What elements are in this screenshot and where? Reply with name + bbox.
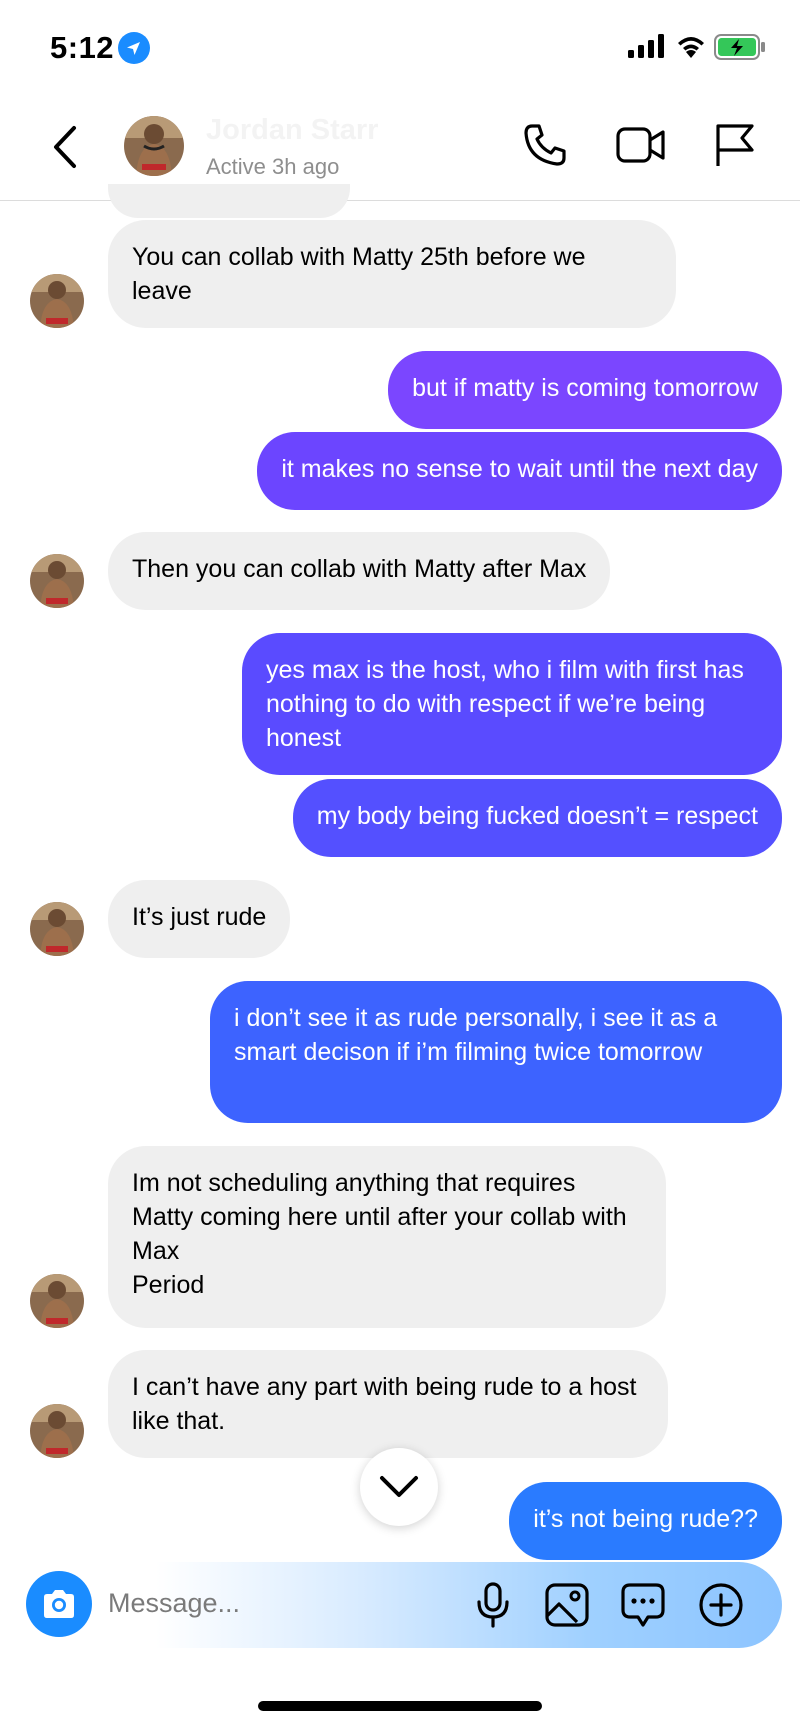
camera-icon bbox=[44, 1590, 74, 1618]
message-bubble-incoming[interactable]: Im not scheduling anything that requires… bbox=[108, 1146, 666, 1328]
message-bubble-outgoing[interactable]: my body being fucked doesn’t = respect bbox=[292, 779, 782, 857]
previous-message-bubble bbox=[108, 184, 350, 218]
message-bubble-outgoing[interactable]: i don’t see it as rude personally, i see… bbox=[210, 981, 782, 1123]
sender-avatar[interactable] bbox=[30, 274, 84, 328]
message-bubble-outgoing[interactable]: it makes no sense to wait until the next… bbox=[257, 432, 782, 510]
message-bubble-incoming[interactable]: Then you can collab with Matty after Max bbox=[108, 532, 611, 610]
chevron-down-icon bbox=[380, 1476, 418, 1497]
status-bar: 5:12 bbox=[0, 0, 800, 96]
phone-call-icon[interactable] bbox=[522, 122, 568, 168]
contact-avatar[interactable] bbox=[124, 116, 184, 176]
home-indicator bbox=[258, 1701, 542, 1711]
message-input[interactable]: Message... bbox=[108, 1588, 240, 1619]
contact-name[interactable]: Jordan Starr bbox=[206, 114, 378, 147]
sender-avatar[interactable] bbox=[30, 902, 84, 956]
wifi-icon bbox=[678, 37, 704, 58]
back-chevron-icon[interactable] bbox=[50, 124, 80, 170]
sender-avatar[interactable] bbox=[30, 1274, 84, 1328]
signal-icon bbox=[628, 34, 664, 58]
report-flag-icon[interactable] bbox=[714, 122, 756, 168]
location-arrow-icon bbox=[118, 32, 150, 64]
video-call-icon[interactable] bbox=[616, 122, 666, 168]
contact-active-status: Active 3h ago bbox=[206, 154, 340, 179]
message-bubble-incoming[interactable]: I can’t have any part with being rude to… bbox=[108, 1350, 668, 1458]
microphone-icon[interactable] bbox=[474, 1582, 512, 1628]
scroll-to-bottom-button[interactable] bbox=[360, 1448, 438, 1526]
sticker-message-icon[interactable] bbox=[620, 1582, 666, 1628]
message-bubble-incoming[interactable]: It’s just rude bbox=[108, 880, 291, 958]
sender-avatar[interactable] bbox=[30, 1404, 84, 1458]
message-bubble-incoming[interactable]: You can collab with Matty 25th before we… bbox=[108, 220, 676, 328]
message-bubble-outgoing[interactable]: it’s not being rude?? bbox=[509, 1482, 782, 1560]
camera-button[interactable] bbox=[26, 1571, 92, 1637]
message-bubble-outgoing[interactable]: yes max is the host, who i film with fir… bbox=[242, 633, 782, 775]
sender-avatar[interactable] bbox=[30, 554, 84, 608]
add-circle-icon[interactable] bbox=[698, 1582, 744, 1628]
gallery-image-icon[interactable] bbox=[544, 1582, 590, 1628]
message-composer: Message... bbox=[18, 1562, 782, 1648]
battery-charging-icon bbox=[714, 34, 765, 60]
status-time: 5:12 bbox=[50, 30, 115, 65]
message-bubble-outgoing[interactable]: but if matty is coming tomorrow bbox=[388, 351, 782, 429]
